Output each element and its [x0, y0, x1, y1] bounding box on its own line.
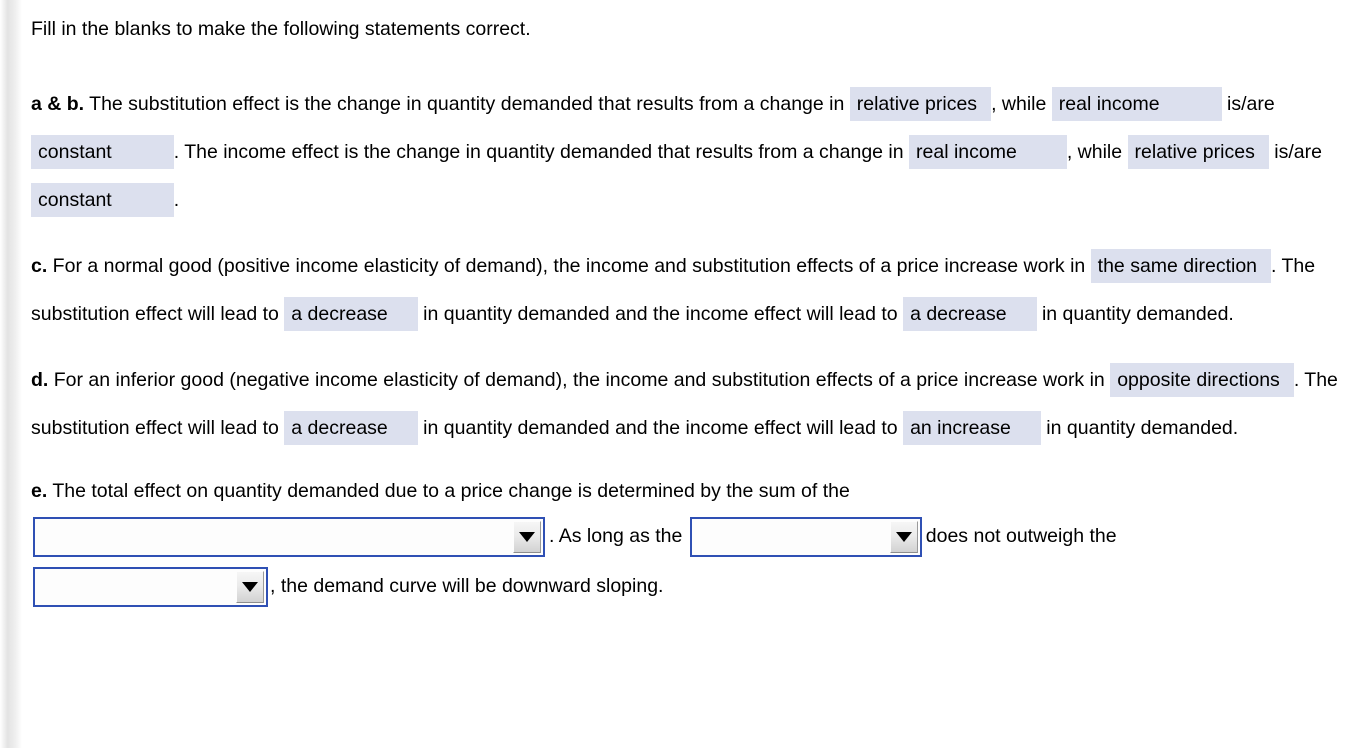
- item-e-tail-text: , the demand curve will be downward slop…: [270, 575, 664, 597]
- blank-ab-1[interactable]: relative prices: [849, 87, 992, 121]
- item-e-select-row-2: , the demand curve will be downward slop…: [31, 562, 1360, 610]
- blank-ab-2[interactable]: real income: [1051, 87, 1222, 121]
- question-item-ab: a & b. The substitution effect is the ch…: [31, 80, 1360, 224]
- item-e-lead: e. The total effect on quantity demanded…: [31, 470, 1360, 512]
- select-total-effect-sum-3[interactable]: [33, 566, 268, 607]
- select-total-effect-sum-1[interactable]: [33, 516, 545, 557]
- item-ab-text-2: , while: [991, 93, 1052, 115]
- item-ab-text-12: .: [173, 189, 180, 211]
- item-d-text-0: For an inferior good (negative income el…: [48, 369, 1111, 391]
- item-d-text-4: in quantity demanded and the income effe…: [417, 417, 904, 439]
- item-e-select-row-1: . As long as the does not outweigh the: [31, 512, 1360, 560]
- blank-c-3[interactable]: a decrease: [903, 297, 1037, 331]
- item-ab-text-10: is/are: [1268, 141, 1322, 163]
- blank-c-1[interactable]: the same direction: [1090, 249, 1272, 283]
- item-e-mid-text-1: . As long as the: [549, 525, 683, 547]
- question-item-e: e. The total effect on quantity demanded…: [31, 470, 1360, 610]
- chevron-down-icon[interactable]: [236, 570, 264, 603]
- blank-ab-3[interactable]: constant: [31, 135, 174, 169]
- item-ab-text-0: The substitution effect is the change in…: [84, 93, 850, 115]
- item-label-ab: a & b.: [31, 93, 85, 115]
- instruction-text: Fill in the blanks to make the following…: [31, 18, 531, 40]
- item-e-lead-text: The total effect on quantity demanded du…: [47, 480, 850, 502]
- item-label-e: e.: [31, 480, 48, 502]
- worksheet-page: Fill in the blanks to make the following…: [0, 0, 1370, 610]
- item-c-text-6: in quantity demanded.: [1036, 303, 1234, 325]
- chevron-down-icon[interactable]: [889, 520, 918, 553]
- blank-c-2[interactable]: a decrease: [284, 297, 418, 331]
- item-ab-text-6: . The income effect is the change in qua…: [173, 141, 910, 163]
- item-c-text-0: For a normal good (positive income elast…: [47, 255, 1091, 277]
- item-label-c: c.: [31, 255, 48, 277]
- chevron-down-icon[interactable]: [513, 520, 541, 553]
- item-c-text-4: in quantity demanded and the income effe…: [417, 303, 904, 325]
- select-total-effect-sum-2[interactable]: [689, 516, 922, 557]
- blank-ab-5[interactable]: relative prices: [1127, 135, 1269, 169]
- item-e-mid-text-2: does not outweigh the: [925, 525, 1117, 547]
- item-ab-text-8: , while: [1066, 141, 1128, 163]
- item-d-text-6: in quantity demanded.: [1040, 417, 1239, 439]
- question-item-c: c. For a normal good (positive income el…: [31, 242, 1360, 338]
- blank-ab-4[interactable]: real income: [909, 135, 1067, 169]
- item-label-d: d.: [31, 369, 49, 391]
- blank-ab-6[interactable]: constant: [31, 183, 174, 217]
- blank-d-3[interactable]: an increase: [903, 411, 1041, 445]
- item-ab-text-4: is/are: [1221, 93, 1275, 115]
- question-item-d: d. For an inferior good (negative income…: [31, 356, 1360, 452]
- blank-d-1[interactable]: opposite directions: [1110, 363, 1294, 397]
- blank-d-2[interactable]: a decrease: [284, 411, 418, 445]
